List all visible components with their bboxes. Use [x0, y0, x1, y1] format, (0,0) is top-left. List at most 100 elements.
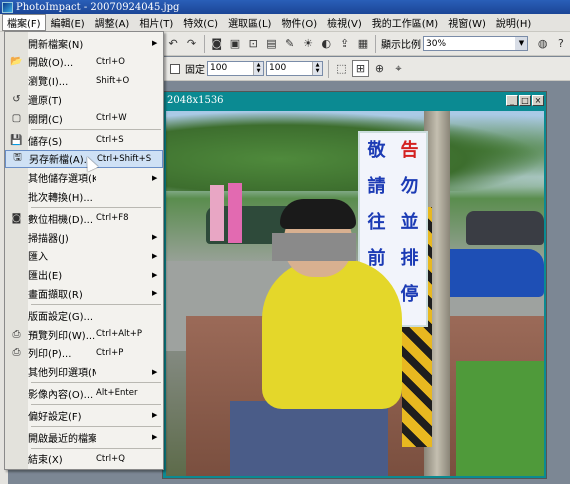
- maximize-button[interactable]: □: [519, 95, 531, 106]
- revert-icon: ↺: [12, 93, 21, 105]
- file-menu-item[interactable]: 其他列印選項(M) ▶: [5, 363, 163, 381]
- crop-icon[interactable]: ⊡: [245, 35, 261, 52]
- menu-2[interactable]: 調整(A): [90, 14, 135, 31]
- file-menu-item[interactable]: 結束(X) Ctrl+Q: [5, 450, 163, 468]
- file-menu-item[interactable]: ▢ 關閉(C) Ctrl+W: [5, 109, 163, 127]
- file-menu-item[interactable]: 畫面擷取(R) ▶: [5, 284, 163, 302]
- file-menu-item[interactable]: 匯出(E) ▶: [5, 266, 163, 284]
- zoom-select[interactable]: 30% ▼: [423, 36, 529, 51]
- file-menu-item[interactable]: 匯入 ▶: [5, 247, 163, 265]
- globe-icon[interactable]: ◍: [534, 35, 550, 52]
- file-menu-item[interactable]: ⎙ 預覽列印(W)... Ctrl+Alt+P: [5, 325, 163, 343]
- redo-icon[interactable]: ↷: [183, 35, 199, 52]
- chevron-right-icon: ▶: [152, 251, 158, 260]
- menu-separator: [31, 447, 161, 449]
- menu-item-label: 開啟(O)...: [28, 58, 74, 70]
- menu-3[interactable]: 相片(T): [134, 14, 178, 31]
- menu-separator: [31, 207, 161, 209]
- image-window-titlebar[interactable]: 2048x1536 _ □ ×: [163, 92, 546, 109]
- menu-item-label: 關閉(C): [28, 114, 63, 126]
- file-menu-item[interactable]: 批次轉換(H)...: [5, 187, 163, 205]
- menu-item-label: 開啟最近的檔案(B): [28, 433, 96, 445]
- menu-item-shortcut: Alt+Enter: [96, 388, 138, 399]
- photo-car-dark: [466, 211, 544, 245]
- minimize-button[interactable]: _: [506, 95, 518, 106]
- photo-pedestrian: [210, 185, 224, 241]
- menu-0[interactable]: 檔案(F): [2, 14, 46, 31]
- stepper-arrows-icon[interactable]: ▲ ▼: [253, 62, 263, 75]
- file-menu-item[interactable]: 開啟最近的檔案(B) ▶: [5, 428, 163, 446]
- height-stepper[interactable]: 100 ▲ ▼: [266, 61, 323, 76]
- file-menu-item[interactable]: 掃描器(J) ▶: [5, 228, 163, 246]
- fixed-checkbox[interactable]: [170, 63, 180, 74]
- width-stepper[interactable]: 100 ▲ ▼: [207, 61, 264, 76]
- photo-grass: [456, 361, 544, 476]
- menu-7[interactable]: 檢視(V): [322, 14, 367, 31]
- blank-icon: [5, 247, 28, 265]
- selection-add-icon[interactable]: ⊕: [371, 60, 388, 77]
- help-icon[interactable]: ?: [553, 35, 569, 52]
- file-menu-item[interactable]: ⎙ 列印(P)... Ctrl+P: [5, 344, 163, 362]
- file-menu-item[interactable]: 版面設定(G)...: [5, 306, 163, 324]
- blank-icon: [5, 72, 28, 90]
- image-icon[interactable]: ▣: [227, 35, 243, 52]
- file-menu-item[interactable]: ◙ 數位相機(D)... Ctrl+F8: [5, 209, 163, 227]
- photoimpact-app-icon: [2, 1, 13, 13]
- menu-8[interactable]: 我的工作區(M): [367, 14, 443, 31]
- stepper-arrows-icon[interactable]: ▲ ▼: [312, 62, 322, 75]
- menu-9[interactable]: 視窗(W): [443, 14, 491, 31]
- toolbar-separator: [328, 59, 329, 78]
- undo-icon[interactable]: ↶: [165, 35, 181, 52]
- menu-6[interactable]: 物件(O): [276, 14, 322, 31]
- brightness-icon[interactable]: ☀: [300, 35, 316, 52]
- image-document-window[interactable]: 2048x1536 _ □ × 敬 告 請 勿 往 並 前 排 開 停: [162, 91, 547, 479]
- menu-item-label: 列印(P)...: [28, 349, 72, 361]
- file-menu-item[interactable]: 瀏覽(I)... Shift+O: [5, 72, 163, 90]
- file-menu-item[interactable]: 📂 開啟(O)... Ctrl+O: [5, 53, 163, 71]
- file-menu-item[interactable]: 其他儲存選項(K) ▶: [5, 169, 163, 187]
- file-menu-item[interactable]: 開新檔案(N) ▶: [5, 34, 163, 52]
- selection-icon[interactable]: ⬚: [333, 60, 350, 77]
- menu-5[interactable]: 選取區(L): [223, 14, 276, 31]
- sign-char: 勿: [400, 176, 419, 197]
- chevron-right-icon: ▶: [152, 173, 158, 182]
- menu-10[interactable]: 說明(H): [491, 14, 536, 31]
- close-button[interactable]: ×: [532, 95, 544, 106]
- menu-item-label: 匯入: [28, 252, 48, 264]
- blank-icon: [5, 266, 28, 284]
- sign-char: 請: [367, 176, 386, 197]
- color-icon[interactable]: ◐: [318, 35, 334, 52]
- width-value[interactable]: 100: [208, 62, 253, 75]
- toolbar-separator: [203, 34, 205, 53]
- blank-icon: [5, 384, 28, 402]
- chevron-right-icon: ▶: [152, 270, 158, 279]
- file-menu-item[interactable]: ↺ 還原(T): [5, 90, 163, 108]
- window-title: PhotoImpact - 20070924045.jpg: [16, 1, 180, 13]
- menu-item-label: 版面設定(G)...: [28, 311, 94, 323]
- menu-item-label: 開新檔案(N): [28, 39, 84, 51]
- file-menu-item[interactable]: 偏好設定(F) ▶: [5, 406, 163, 424]
- selection-mode-icon[interactable]: ⊞: [352, 60, 369, 77]
- chevron-right-icon: ▶: [152, 411, 158, 420]
- menu-1[interactable]: 編輯(E): [46, 14, 90, 31]
- menu-item-label: 其他列印選項(M): [28, 368, 96, 380]
- camera-icon[interactable]: ◙: [209, 35, 225, 52]
- menu-item-shortcut: Shift+O: [96, 75, 130, 86]
- sign-char: 並: [400, 212, 419, 233]
- photo-canvas[interactable]: 敬 告 請 勿 往 並 前 排 開 停: [166, 111, 544, 476]
- menu-item-shortcut: Ctrl+F8: [96, 213, 129, 224]
- height-value[interactable]: 100: [267, 62, 312, 75]
- grid-icon[interactable]: ▦: [355, 35, 371, 52]
- chevron-down-icon[interactable]: ▼: [515, 37, 528, 50]
- close-doc-icon: ▢: [11, 112, 22, 124]
- file-menu-item[interactable]: 影像內容(O)... Alt+Enter: [5, 384, 163, 402]
- menu-4[interactable]: 特效(C): [178, 14, 223, 31]
- menu-item-label: 掃描器(J): [28, 233, 69, 245]
- menu-item-label: 畫面擷取(R): [28, 289, 83, 301]
- layers-icon[interactable]: ▤: [263, 35, 279, 52]
- file-menu-item[interactable]: 💾 儲存(S) Ctrl+S: [5, 131, 163, 149]
- file-menu-dropdown: 開新檔案(N) ▶ 📂 開啟(O)... Ctrl+O 瀏覽(I)... Shift+O ↺ 還…: [4, 31, 164, 470]
- pin-icon[interactable]: ⌖: [390, 60, 407, 77]
- export-icon[interactable]: ⇪: [336, 35, 352, 52]
- magic-wand-icon[interactable]: ✎: [282, 35, 298, 52]
